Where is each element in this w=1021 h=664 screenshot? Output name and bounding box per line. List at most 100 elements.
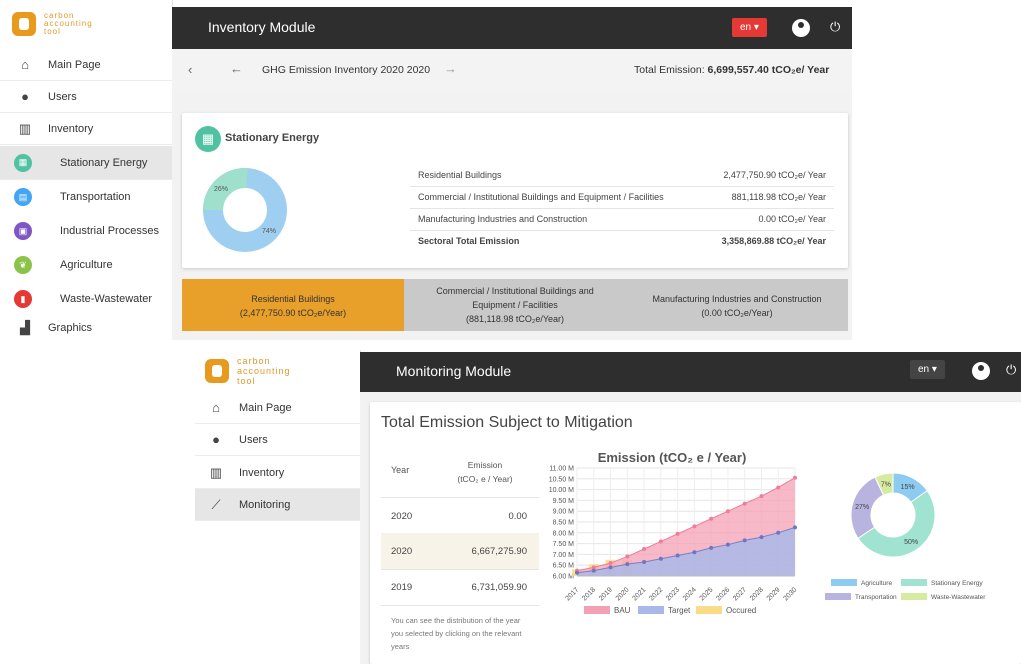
legend-label: Occured <box>726 606 756 615</box>
sidebar-item-users[interactable]: ● Users <box>195 424 360 456</box>
language-value: en <box>918 364 930 375</box>
table-row[interactable]: 2020 6,667,275.90 <box>381 533 539 570</box>
chevron-left-icon[interactable]: ‹ <box>188 62 192 77</box>
tab-label: Manufacturing Industries and Constructio… <box>652 294 822 304</box>
trend-icon: ⟋ <box>211 496 221 512</box>
series-point <box>692 550 697 555</box>
x-tick-label: 2029 <box>766 586 782 602</box>
legend-swatch <box>638 606 664 614</box>
series-point <box>776 530 781 535</box>
legend-swatch <box>825 593 851 600</box>
legend-swatch <box>831 579 857 586</box>
x-tick-label: 2023 <box>665 586 681 602</box>
chart-title: Emission (tCO₂ e / Year) <box>598 450 747 465</box>
donut-slice-label: 15% <box>901 484 915 491</box>
row-value: 0.00 <box>508 511 528 522</box>
series-point <box>625 554 630 559</box>
sidebar-item-main-page[interactable]: ⌂ Main Page <box>195 392 360 424</box>
sidebar-item-monitoring[interactable]: ⟋ Monitoring <box>195 489 360 521</box>
y-tick-label: 8.00 M <box>553 530 575 537</box>
table-note: You can see the distribution of the year… <box>391 616 522 651</box>
sidebar-item-waste-wastewater[interactable]: ▮ Waste-Wastewater <box>0 282 172 316</box>
building-icon: ▥ <box>18 120 32 136</box>
series-point <box>776 485 781 490</box>
sector-row: Commercial / Institutional Buildings and… <box>410 186 834 209</box>
tab-label: Equipment / Facilities <box>472 300 558 310</box>
tab-commercial-buildings[interactable]: Commercial / Institutional Buildings and… <box>404 279 626 331</box>
x-tick-label: 2022 <box>648 586 664 602</box>
x-tick-label: 2017 <box>564 586 580 602</box>
legend-swatch <box>901 593 927 600</box>
y-tick-label: 9.50 M <box>553 498 575 505</box>
total-emission-value: 6,699,557.40 tCO₂e/ Year <box>707 64 830 76</box>
series-point <box>709 516 714 521</box>
sidebar-item-label: Main Page <box>48 58 101 71</box>
sidebar-item-label: Users <box>48 90 77 103</box>
logo[interactable]: carbon accounting tool <box>12 12 93 36</box>
caret-down-icon: ▾ <box>753 22 759 33</box>
row-label: Sectoral Total Emission <box>418 236 520 246</box>
sector-title: Stationary Energy <box>225 132 320 144</box>
series-point <box>692 524 697 529</box>
tab-value: (2,477,750.90 tCO₂e/Year) <box>239 308 347 318</box>
x-tick-label: 2018 <box>581 586 597 602</box>
language-select[interactable]: en ▾ <box>732 18 767 37</box>
forward-arrow-icon[interactable]: → <box>444 61 457 76</box>
tab-value: (881,118.98 tCO₂e/Year) <box>465 314 565 324</box>
home-icon: ⌂ <box>21 57 29 72</box>
row-value: 0.00 tCO₂e/ Year <box>758 214 826 224</box>
legend-label: BAU <box>614 606 631 615</box>
bus-icon: ▤ <box>14 188 32 206</box>
page-title: Inventory Module <box>208 19 316 35</box>
x-tick-label: 2019 <box>598 586 614 602</box>
sidebar-item-label: Waste-Wastewater <box>60 293 153 305</box>
logo[interactable]: carbon accounting tool <box>205 356 291 386</box>
y-tick-label: 7.00 M <box>553 552 575 559</box>
sidebar-item-users[interactable]: ● Users <box>0 81 172 113</box>
sidebar-item-main-page[interactable]: ⌂ Main Page <box>0 49 172 81</box>
power-icon[interactable]: ⏻ <box>1006 362 1016 378</box>
sidebar-item-label: Main Page <box>239 401 292 414</box>
y-tick-label: 10.00 M <box>549 487 574 494</box>
donut-label-74: 74% <box>262 228 276 235</box>
emission-area-chart: Emission (tCO₂ e / Year) 11.00 M 10.50 M 10… <box>549 450 799 615</box>
language-select[interactable]: en ▾ <box>910 360 945 379</box>
sidebar-item-graphics[interactable]: ▟ Graphics <box>0 316 172 340</box>
inventory-topbar: Inventory Module en ▾ ⏻ <box>172 7 852 49</box>
series-point <box>625 562 630 567</box>
tab-residential-buildings[interactable]: Residential Buildings (2,477,750.90 tCO₂e… <box>182 279 404 331</box>
table-header-emission: Emission (tCO₂ e / Year) <box>440 458 530 486</box>
total-emission: Total Emission: 6,699,557.40 tCO₂e/ Year <box>634 64 829 76</box>
series-point <box>725 542 730 547</box>
tab-manufacturing-industries[interactable]: Manufacturing Industries and Constructio… <box>626 279 848 331</box>
sidebar-item-industrial-processes[interactable]: ▣ Industrial Processes <box>0 214 172 248</box>
row-value: 881,118.98 tCO₂e/ Year <box>731 192 826 202</box>
sector-row: Manufacturing Industries and Constructio… <box>410 208 834 231</box>
series-point <box>709 545 714 550</box>
caret-down-icon: ▾ <box>931 364 937 375</box>
donut-slice-label: 27% <box>855 504 869 511</box>
monitoring-sidebar: carbon accounting tool ⌂ Main Page ● Users… <box>195 350 361 664</box>
row-value: 3,358,869.88 tCO₂e/ Year <box>721 236 826 246</box>
row-value: 6,667,275.90 <box>471 546 527 557</box>
table-row[interactable]: 2019 6,731,059.90 <box>381 569 539 606</box>
sidebar-item-agriculture[interactable]: ❦ Agriculture <box>0 248 172 282</box>
breadcrumb: GHG Emission Inventory 2020 2020 <box>262 64 431 76</box>
sidebar-item-stationary-energy[interactable]: ▦ Stationary Energy <box>0 146 172 180</box>
header-line: Emission <box>467 460 503 470</box>
sidebar-item-transportation[interactable]: ▤ Transportation <box>0 180 172 214</box>
sidebar-item-inventory[interactable]: ▥ Inventory <box>0 113 172 145</box>
series-point <box>759 494 764 499</box>
sidebar-item-label: Graphics <box>48 322 93 334</box>
account-icon[interactable] <box>792 19 810 37</box>
series-point <box>658 556 663 561</box>
account-icon[interactable] <box>972 362 990 380</box>
total-emission-label: Total Emission: <box>634 64 705 76</box>
series-point <box>759 535 764 540</box>
back-arrow-icon[interactable]: ← <box>230 61 243 76</box>
legend-label: Target <box>668 606 691 615</box>
sidebar-item-inventory[interactable]: ▥ Inventory <box>195 457 360 489</box>
power-icon[interactable]: ⏻ <box>830 19 840 35</box>
page-title: Monitoring Module <box>396 363 512 379</box>
table-row[interactable]: 2020 0.00 <box>381 497 539 535</box>
